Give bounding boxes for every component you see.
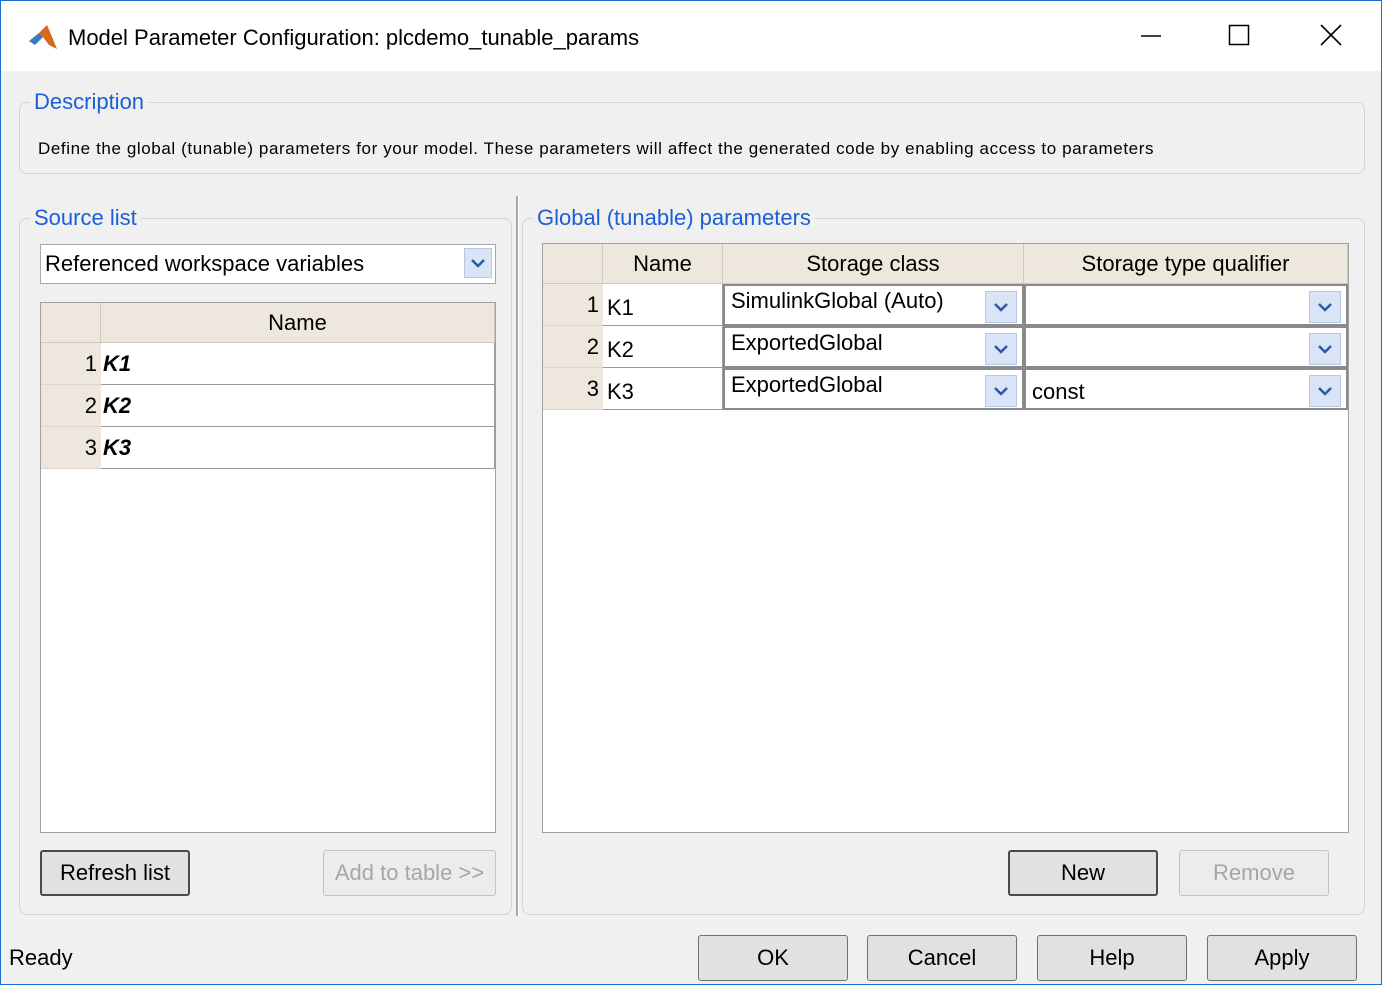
apply-button[interactable]: Apply: [1207, 935, 1357, 981]
chevron-down-icon: [471, 259, 485, 268]
source-list-legend: Source list: [30, 205, 141, 231]
chevron-down-icon: [994, 387, 1008, 396]
remove-button[interactable]: Remove: [1179, 850, 1329, 896]
storage-class-value: ExportedGlobal: [731, 330, 883, 355]
source-row-number[interactable]: 3: [41, 427, 101, 469]
help-button[interactable]: Help: [1037, 935, 1187, 981]
storage-class-arrow[interactable]: [985, 375, 1017, 407]
source-row-name[interactable]: K1: [101, 343, 495, 385]
cancel-button[interactable]: Cancel: [867, 935, 1017, 981]
source-table-corner: [41, 303, 101, 343]
close-button[interactable]: [1301, 11, 1361, 59]
params-header-storage-class[interactable]: Storage class: [723, 244, 1024, 284]
source-row-number[interactable]: 1: [41, 343, 101, 385]
title-bar[interactable]: Model Parameter Configuration: plcdemo_t…: [1, 1, 1381, 71]
window-title: Model Parameter Configuration: plcdemo_t…: [68, 25, 640, 50]
description-text: Define the global (tunable) parameters f…: [38, 139, 1155, 158]
params-row-number[interactable]: 1: [543, 284, 603, 326]
chevron-down-icon: [1318, 303, 1332, 312]
qualifier-select[interactable]: const: [1024, 368, 1348, 410]
params-table-corner: [543, 244, 603, 284]
add-to-table-button[interactable]: Add to table >>: [323, 850, 496, 896]
source-table-header-name[interactable]: Name: [101, 303, 495, 343]
source-row-number[interactable]: 2: [41, 385, 101, 427]
source-list-group: Source list Referenced workspace variabl…: [19, 205, 512, 915]
qualifier-arrow[interactable]: [1309, 333, 1341, 365]
maximize-button[interactable]: [1209, 11, 1269, 59]
storage-class-select[interactable]: SimulinkGlobal (Auto): [723, 284, 1024, 326]
qualifier-select[interactable]: [1024, 284, 1348, 326]
global-params-legend: Global (tunable) parameters: [533, 205, 815, 231]
matlab-logo-icon: [29, 25, 57, 49]
description-legend: Description: [30, 89, 149, 115]
qualifier-arrow[interactable]: [1309, 375, 1341, 407]
panel-separator: [516, 196, 519, 916]
source-select[interactable]: Referenced workspace variables: [40, 244, 496, 284]
params-header-qualifier[interactable]: Storage type qualifier: [1024, 244, 1348, 284]
status-text: Ready: [9, 945, 73, 970]
storage-class-value: SimulinkGlobal (Auto): [731, 288, 944, 313]
minimize-button[interactable]: [1121, 11, 1181, 59]
source-table: Name 1 K1 2 K2 3 K3: [40, 302, 496, 833]
storage-class-select[interactable]: ExportedGlobal: [723, 326, 1024, 368]
qualifier-arrow[interactable]: [1309, 291, 1341, 323]
close-icon: [1320, 24, 1342, 46]
params-row-name[interactable]: K2: [603, 326, 723, 368]
params-row-number[interactable]: 3: [543, 368, 603, 410]
qualifier-value: const: [1032, 379, 1085, 404]
storage-class-value: ExportedGlobal: [731, 372, 883, 397]
source-select-arrow[interactable]: [464, 248, 492, 278]
storage-class-select[interactable]: ExportedGlobal: [723, 368, 1024, 410]
params-row-number[interactable]: 2: [543, 326, 603, 368]
storage-class-arrow[interactable]: [985, 291, 1017, 323]
maximize-icon: [1228, 24, 1250, 46]
storage-class-arrow[interactable]: [985, 333, 1017, 365]
description-group: Description Define the global (tunable) …: [19, 89, 1365, 174]
params-header-name[interactable]: Name: [603, 244, 723, 284]
source-row-name[interactable]: K3: [101, 427, 495, 469]
chevron-down-icon: [1318, 345, 1332, 354]
params-row-name[interactable]: K1: [603, 284, 723, 326]
qualifier-select[interactable]: [1024, 326, 1348, 368]
chevron-down-icon: [994, 345, 1008, 354]
params-row-name[interactable]: K3: [603, 368, 723, 410]
chevron-down-icon: [994, 303, 1008, 312]
refresh-list-button[interactable]: Refresh list: [40, 850, 190, 896]
global-params-table: Name Storage class Storage type qualifie…: [542, 243, 1349, 833]
dialog-window: Model Parameter Configuration: plcdemo_t…: [0, 0, 1382, 985]
ok-button[interactable]: OK: [698, 935, 848, 981]
source-row-name[interactable]: K2: [101, 385, 495, 427]
global-params-group: Global (tunable) parameters Name Storage…: [522, 205, 1365, 915]
source-select-value: Referenced workspace variables: [45, 251, 365, 276]
minimize-icon: [1141, 35, 1161, 37]
chevron-down-icon: [1318, 387, 1332, 396]
new-button[interactable]: New: [1008, 850, 1158, 896]
